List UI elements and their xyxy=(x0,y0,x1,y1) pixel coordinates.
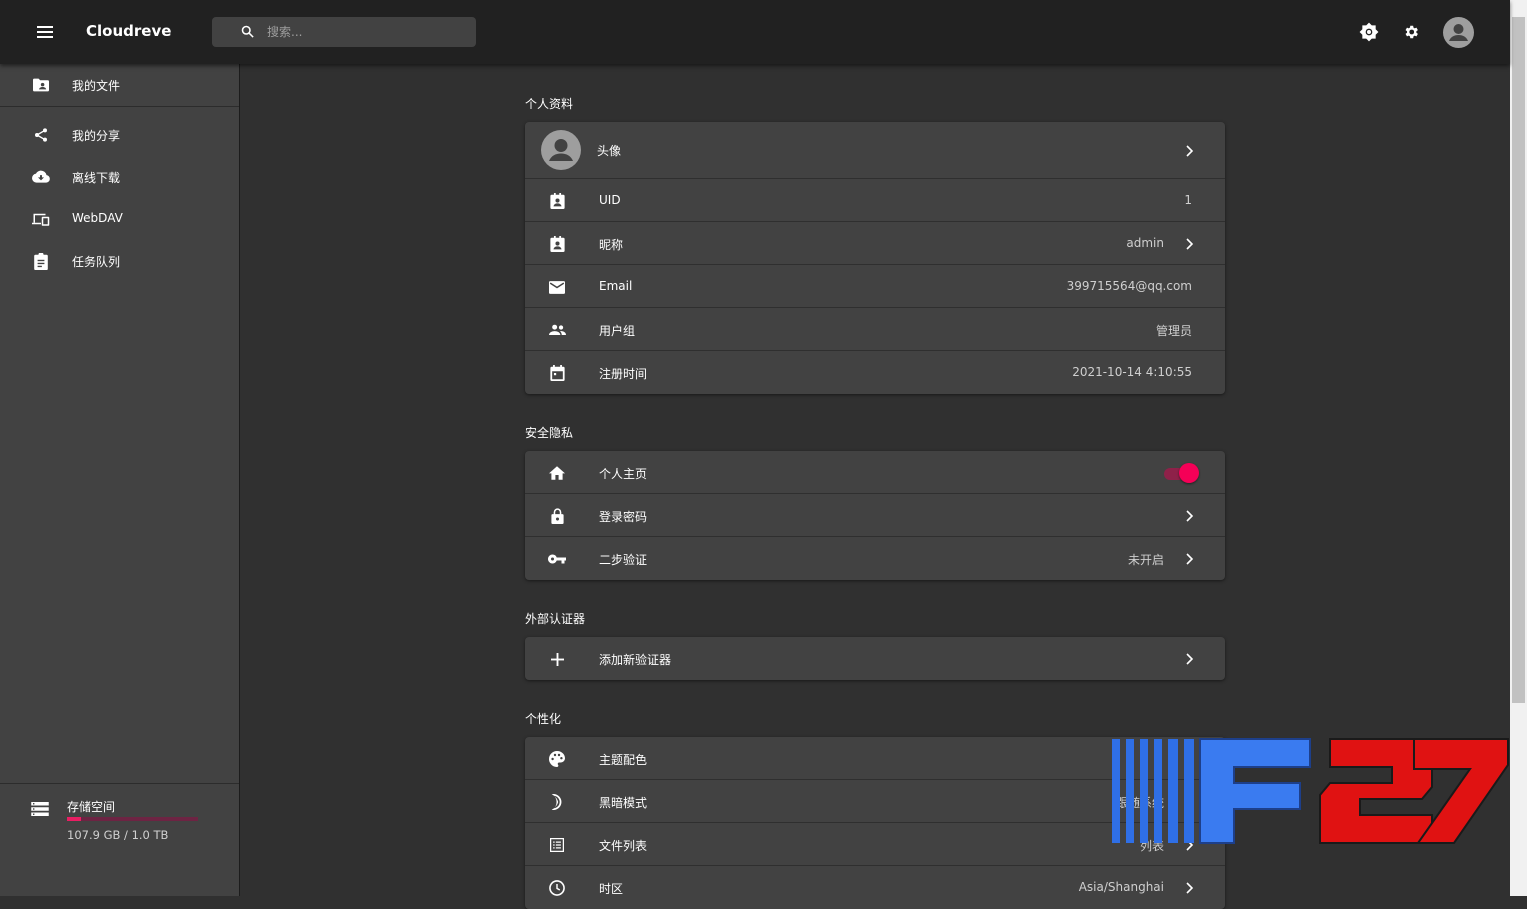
moon-icon xyxy=(547,792,567,812)
profile-card: 头像 UID 1 昵称 admin Email 399715564@qq.com… xyxy=(525,122,1225,394)
chevron-right-icon xyxy=(1186,238,1194,250)
dark-mode-label: 黑暗模式 xyxy=(599,796,648,810)
email-value: 399715564@qq.com xyxy=(1066,279,1192,293)
user-avatar[interactable] xyxy=(1443,17,1474,48)
section-title-profile: 个人资料 xyxy=(525,97,574,111)
registered-row: 注册时间 2021-10-14 4:10:55 xyxy=(525,351,1225,394)
sidebar-item-webdav[interactable]: WebDAV xyxy=(0,198,239,240)
search-input[interactable] xyxy=(267,22,467,42)
chevron-right-icon xyxy=(1186,145,1194,157)
brightness-icon[interactable] xyxy=(1357,20,1381,44)
palette-icon xyxy=(547,749,567,769)
uid-label: UID xyxy=(599,193,621,207)
homepage-toggle[interactable] xyxy=(1162,462,1200,484)
group-row: 用户组 管理员 xyxy=(525,308,1225,351)
search-icon xyxy=(240,24,255,43)
homepage-label: 个人主页 xyxy=(599,467,648,481)
timezone-value: Asia/Shanghai xyxy=(1078,880,1164,894)
add-authenticator-label: 添加新验证器 xyxy=(599,653,672,667)
lock-icon xyxy=(547,506,567,526)
badge-account-icon xyxy=(547,234,567,254)
password-label: 登录密码 xyxy=(599,510,648,524)
chevron-right-icon xyxy=(1186,882,1194,894)
sidebar-item-label: 离线下载 xyxy=(72,171,121,185)
uid-row: UID 1 xyxy=(525,179,1225,222)
sidebar-item-task-queue[interactable]: 任务队列 xyxy=(0,240,239,282)
password-row[interactable]: 登录密码 xyxy=(525,494,1225,537)
page-scrollbar[interactable] xyxy=(1510,0,1527,896)
sidebar-item-label: 任务队列 xyxy=(72,255,121,269)
section-title-personalization: 个性化 xyxy=(525,712,562,726)
sidebar-divider xyxy=(0,106,239,107)
menu-icon[interactable] xyxy=(29,16,61,48)
timezone-label: 时区 xyxy=(599,882,624,896)
homepage-row: 个人主页 xyxy=(525,451,1225,494)
sidebar-item-label: 我的文件 xyxy=(72,79,121,93)
clock-icon xyxy=(547,878,567,898)
app-bar: Cloudreve xyxy=(0,0,1510,64)
section-title-authenticators: 外部认证器 xyxy=(525,612,586,626)
sidebar: 我的文件 我的分享 离线下载 WebDAV 任务队列 存储空间 107.9 GB… xyxy=(0,64,240,896)
twofa-label: 二步验证 xyxy=(599,553,648,567)
avatar-label: 头像 xyxy=(597,144,622,158)
storage-value: 107.9 GB / 1.0 TB xyxy=(67,828,169,842)
avatar xyxy=(541,130,581,170)
toggle-knob xyxy=(1179,463,1199,483)
scrollbar-thumb[interactable] xyxy=(1512,17,1525,703)
sidebar-item-my-shares[interactable]: 我的分享 xyxy=(0,114,239,156)
search-box[interactable] xyxy=(212,17,476,47)
clipboard-list-icon xyxy=(31,251,51,271)
registered-label: 注册时间 xyxy=(599,367,648,381)
storage-icon xyxy=(31,801,49,820)
email-label: Email xyxy=(599,279,633,293)
storage-progress-bar xyxy=(67,817,198,821)
avatar-row[interactable]: 头像 xyxy=(525,122,1225,179)
storage-label: 存储空间 xyxy=(67,800,116,814)
calendar-icon xyxy=(547,363,567,383)
twofa-value: 未开启 xyxy=(1127,553,1164,567)
section-title-security: 安全隐私 xyxy=(525,426,574,440)
key-icon xyxy=(547,549,567,569)
storage-panel: 存储空间 107.9 GB / 1.0 TB xyxy=(0,783,239,896)
email-icon xyxy=(547,277,567,297)
badge-account-icon xyxy=(547,191,567,211)
sidebar-item-label: WebDAV xyxy=(72,211,123,225)
file-list-label: 文件列表 xyxy=(599,839,648,853)
nickname-label: 昵称 xyxy=(599,238,624,252)
chevron-right-icon xyxy=(1186,510,1194,522)
nickname-row[interactable]: 昵称 admin xyxy=(525,222,1225,265)
group-value: 管理员 xyxy=(1155,324,1192,338)
twofa-row[interactable]: 二步验证 未开启 xyxy=(525,537,1225,580)
sidebar-item-offline-download[interactable]: 离线下载 xyxy=(0,156,239,198)
group-label: 用户组 xyxy=(599,324,636,338)
cloud-download-icon xyxy=(31,167,51,187)
email-row: Email 399715564@qq.com xyxy=(525,265,1225,308)
timezone-row[interactable]: 时区 Asia/Shanghai xyxy=(525,866,1225,909)
security-card: 个人主页 登录密码 二步验证 未开启 xyxy=(525,451,1225,580)
sidebar-item-label: 我的分享 xyxy=(72,129,121,143)
share-icon xyxy=(31,125,51,145)
home-icon xyxy=(547,463,567,483)
authenticators-card: 添加新验证器 xyxy=(525,637,1225,680)
chevron-right-icon xyxy=(1186,553,1194,565)
devices-icon xyxy=(31,209,51,229)
uid-value: 1 xyxy=(1184,193,1192,207)
storage-progress-fill xyxy=(67,817,81,821)
watermark-logo xyxy=(1112,738,1509,844)
sidebar-item-my-files[interactable]: 我的文件 xyxy=(0,64,239,106)
nickname-value: admin xyxy=(1126,236,1164,250)
theme-label: 主题配色 xyxy=(599,753,648,767)
chevron-right-icon xyxy=(1186,653,1194,665)
app-title: Cloudreve xyxy=(86,22,172,40)
plus-icon xyxy=(547,649,567,669)
group-icon xyxy=(547,320,567,340)
folder-account-icon xyxy=(31,75,51,95)
list-icon xyxy=(547,835,567,855)
add-authenticator-row[interactable]: 添加新验证器 xyxy=(525,637,1225,680)
settings-icon[interactable] xyxy=(1399,20,1423,44)
registered-value: 2021-10-14 4:10:55 xyxy=(1072,365,1192,379)
